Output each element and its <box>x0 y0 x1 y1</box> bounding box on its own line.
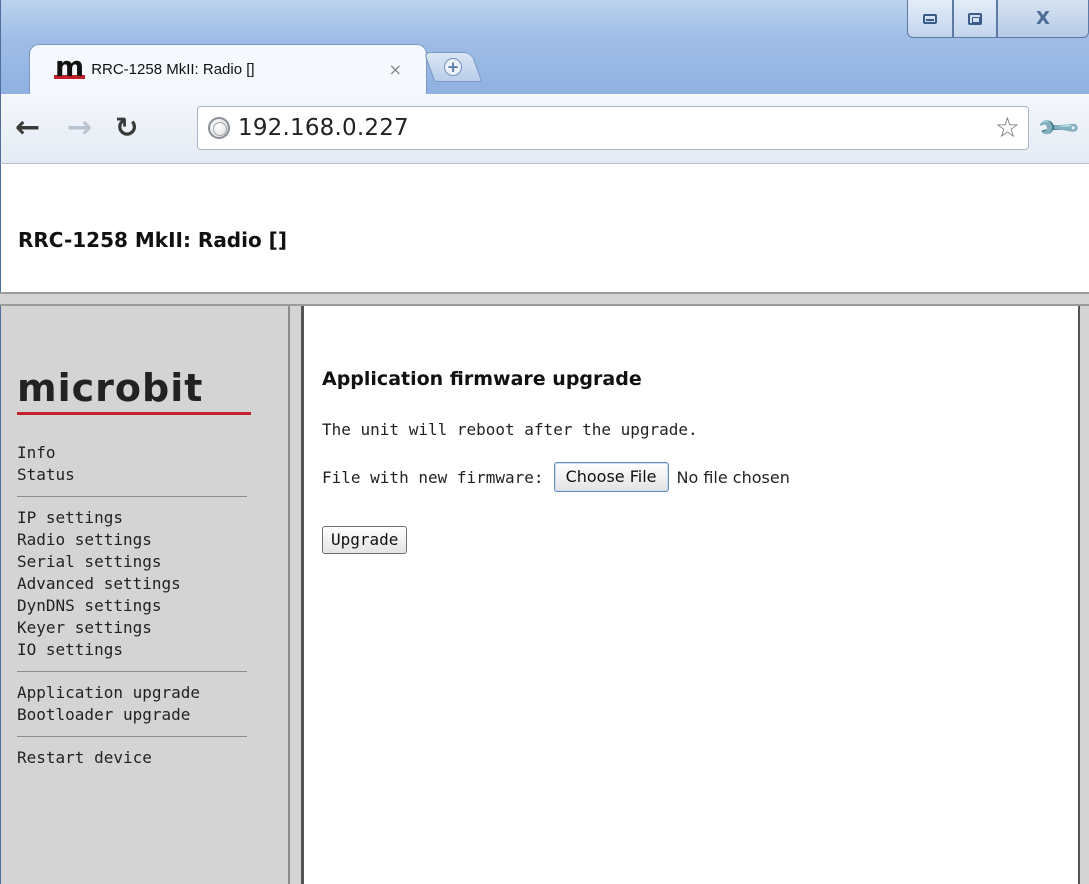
maximize-button[interactable] <box>953 0 997 38</box>
sidebar-item-ip-settings[interactable]: IP settings <box>17 507 247 529</box>
new-tab-button[interactable]: + <box>423 52 483 82</box>
page-header: RRC-1258 MkII: Radio [] <box>0 164 1089 294</box>
bookmark-star-icon[interactable]: ☆ <box>995 113 1020 143</box>
minimize-button[interactable] <box>907 0 953 38</box>
wrench-icon[interactable]: 🔧 <box>1034 104 1082 152</box>
window-controls: X <box>907 0 1089 38</box>
file-status: No file chosen <box>676 467 790 487</box>
sidebar: microbit Info Status IP settings Radio s… <box>0 306 288 884</box>
menu-divider <box>17 496 247 497</box>
sidebar-item-application-upgrade[interactable]: Application upgrade <box>17 682 247 704</box>
header-divider <box>0 292 1089 306</box>
sidebar-item-io-settings[interactable]: IO settings <box>17 639 247 661</box>
sidebar-item-advanced-settings[interactable]: Advanced settings <box>17 573 247 595</box>
sidebar-menu: Info Status IP settings Radio settings S… <box>17 442 247 769</box>
close-window-button[interactable]: X <box>997 0 1089 38</box>
main-content: Application firmware upgrade The unit wi… <box>304 306 1078 884</box>
right-border <box>1078 306 1089 884</box>
microbit-logo: microbit <box>17 366 251 415</box>
close-icon: X <box>1036 8 1050 29</box>
sidebar-item-status[interactable]: Status <box>17 464 247 486</box>
reload-icon[interactable]: ↻ <box>115 108 138 148</box>
address-bar[interactable]: 192.168.0.227 ☆ <box>197 106 1029 150</box>
forward-arrow-icon[interactable]: → <box>67 108 92 148</box>
menu-divider <box>17 671 247 672</box>
tab-title: RRC-1258 MkII: Radio [] <box>91 61 255 78</box>
minimize-icon <box>923 13 937 24</box>
url-text[interactable]: 192.168.0.227 <box>238 115 409 141</box>
upgrade-button[interactable]: Upgrade <box>322 526 408 554</box>
section-heading: Application firmware upgrade <box>322 368 642 390</box>
sidebar-item-radio-settings[interactable]: Radio settings <box>17 529 247 551</box>
menu-divider <box>17 736 247 737</box>
browser-toolbar: ← → ↻ 192.168.0.227 ☆ 🔧 <box>0 94 1089 164</box>
favicon-icon: m <box>54 49 86 83</box>
sidebar-item-info[interactable]: Info <box>17 442 247 464</box>
sidebar-item-keyer-settings[interactable]: Keyer settings <box>17 617 247 639</box>
file-label: File with new firmware: <box>322 467 544 487</box>
sidebar-item-bootloader-upgrade[interactable]: Bootloader upgrade <box>17 704 247 726</box>
window-titlebar: X m RRC-1258 MkII: Radio [] × + <box>0 0 1089 94</box>
reboot-note: The unit will reboot after the upgrade. <box>322 420 698 439</box>
tab-close-icon[interactable]: × <box>389 60 402 79</box>
sidebar-divider <box>288 306 304 884</box>
back-arrow-icon[interactable]: ← <box>15 108 40 148</box>
browser-tab[interactable]: m RRC-1258 MkII: Radio [] × <box>29 44 427 94</box>
sidebar-item-dyndns-settings[interactable]: DynDNS settings <box>17 595 247 617</box>
file-input-row: File with new firmware: Choose File No f… <box>322 462 790 492</box>
maximize-icon <box>968 12 982 25</box>
page-title: RRC-1258 MkII: Radio [] <box>18 228 287 252</box>
sidebar-item-serial-settings[interactable]: Serial settings <box>17 551 247 573</box>
globe-icon <box>208 117 230 139</box>
sidebar-item-restart-device[interactable]: Restart device <box>17 747 247 769</box>
choose-file-button[interactable]: Choose File <box>553 462 669 492</box>
plus-icon: + <box>444 58 462 76</box>
